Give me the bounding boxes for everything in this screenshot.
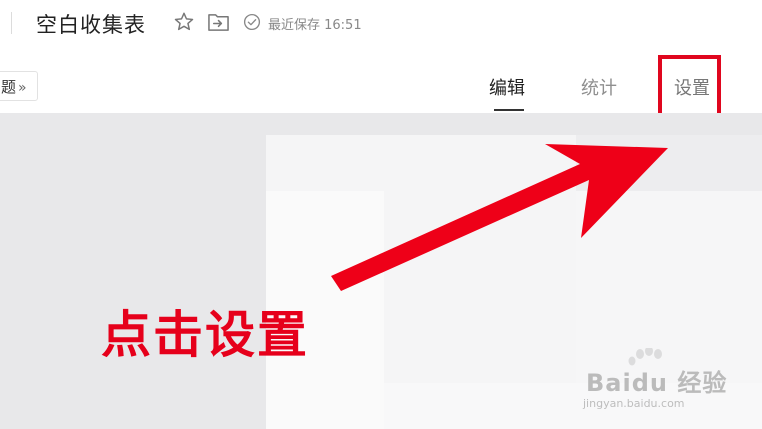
watermark-brand: Baidu 经验: [586, 369, 728, 397]
watermark-url: jingyan.baidu.com: [583, 397, 685, 410]
annotation-text: 点击设置: [101, 306, 309, 364]
